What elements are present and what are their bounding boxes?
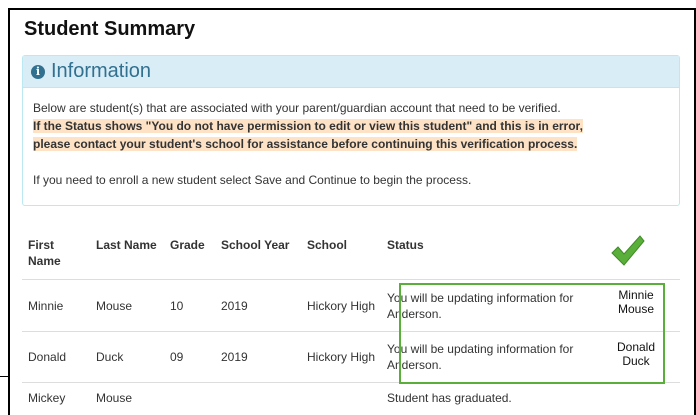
info-warning-line-1: If the Status shows "You do not have per… xyxy=(33,119,583,133)
status-text: You will be updating information for And… xyxy=(387,290,574,321)
info-icon: i xyxy=(31,64,45,79)
cell-school-year: 2019 xyxy=(215,331,301,383)
cell-first-name: Minnie xyxy=(22,279,90,332)
information-header: i Information xyxy=(23,56,679,88)
checkmark-shape xyxy=(611,235,645,266)
table-row[interactable]: Minnie Mouse 10 2019 Hickory High You wi… xyxy=(22,279,680,332)
cell-school: Hickory High xyxy=(301,279,381,332)
cell-last-name: Mouse xyxy=(90,279,164,332)
information-body: Below are student(s) that are associated… xyxy=(23,88,679,189)
student-table: First Name Last Name Grade School Year S… xyxy=(22,233,680,413)
table-row[interactable]: Donald Duck 09 2019 Hickory High You wil… xyxy=(22,331,680,383)
header-school-year: School Year xyxy=(221,238,290,252)
info-line-1: Below are student(s) that are associated… xyxy=(33,101,561,115)
cell-status: Student has graduated. xyxy=(381,382,680,413)
cell-grade: 09 xyxy=(164,331,215,383)
info-line-enroll: If you need to enroll a new student sele… xyxy=(33,173,472,187)
annotation-name-minnie: Minnie Mouse xyxy=(617,288,655,316)
page-title: Student Summary xyxy=(24,18,196,40)
header-last-name: Last Name xyxy=(96,238,157,252)
cell-last-name: Duck xyxy=(90,331,164,383)
header-grade: Grade xyxy=(170,238,205,252)
table-header-row: First Name Last Name Grade School Year S… xyxy=(22,233,680,280)
table-row[interactable]: Mickey Mouse Student has graduated. xyxy=(22,382,680,413)
cell-grade xyxy=(164,382,215,413)
cell-school-year xyxy=(215,382,301,413)
status-text: You will be updating information for And… xyxy=(387,342,574,372)
checkmark-icon xyxy=(611,235,645,266)
cell-first-name: Mickey xyxy=(22,382,90,413)
header-school: School xyxy=(307,238,348,252)
cell-first-name: Donald xyxy=(22,331,90,383)
cell-school-year: 2019 xyxy=(215,279,301,332)
frame-divider xyxy=(0,376,10,377)
info-warning-line-2: please contact your student's school for… xyxy=(33,137,578,151)
cell-last-name: Mouse xyxy=(90,382,164,413)
header-first-name: First Name xyxy=(28,238,61,268)
annotation-name-donald: Donald Duck xyxy=(616,340,656,368)
information-alert: i Information Below are student(s) that … xyxy=(22,55,680,206)
cell-school: Hickory High xyxy=(301,331,381,383)
cell-grade: 10 xyxy=(164,279,215,332)
cell-school xyxy=(301,382,381,413)
information-heading: Information xyxy=(51,60,152,82)
